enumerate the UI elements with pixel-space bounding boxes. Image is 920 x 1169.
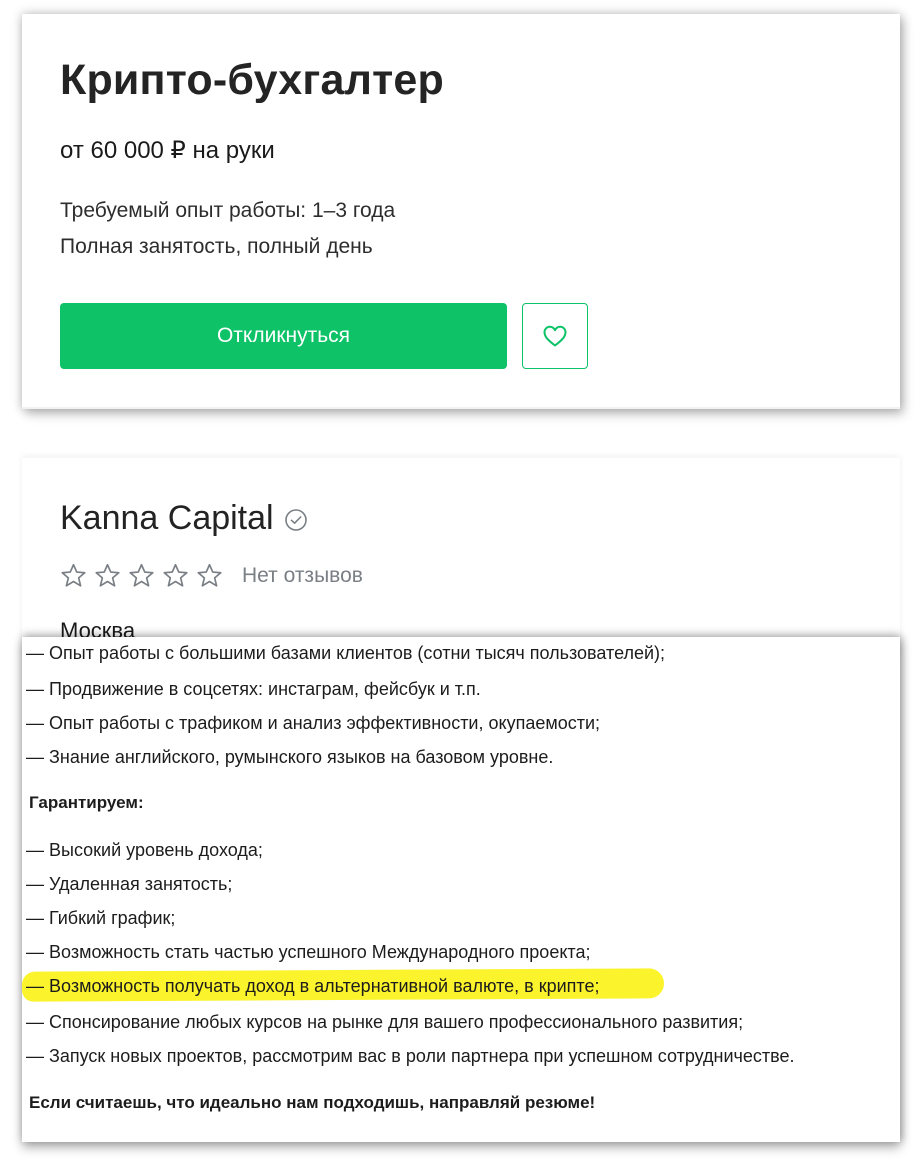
star-icon	[162, 563, 189, 589]
vacancy-description: — Опыт работы с большими базами клиентов…	[22, 637, 900, 1142]
list-item: — Знание английского, румынского языков …	[26, 747, 554, 767]
favorite-button[interactable]	[522, 303, 588, 369]
list-item: — Спонсирование любых курсов на рынке дл…	[26, 1012, 744, 1032]
required-experience: Требуемый опыт работы: 1–3 года	[60, 199, 396, 222]
star-icon	[128, 563, 155, 589]
list-item: — Продвижение в соцсетях: инстаграм, фей…	[26, 679, 481, 699]
job-title: Крипто-бухгалтер	[60, 56, 444, 104]
heart-icon	[542, 324, 568, 348]
star-icon	[94, 563, 121, 589]
company-name-row: Kanna Capital	[60, 499, 308, 538]
employment-type: Полная занятость, полный день	[60, 235, 373, 258]
salary: от 60 000 ₽ на руки	[60, 137, 275, 164]
star-icon	[196, 563, 223, 589]
list-item: — Возможность стать частью успешного Меж…	[26, 942, 591, 962]
vacancy-header-card: Крипто-бухгалтер от 60 000 ₽ на руки Тре…	[22, 14, 900, 409]
list-item: — Запуск новых проектов, рассмотрим вас …	[26, 1046, 795, 1066]
list-item: — Высокий уровень дохода;	[26, 840, 263, 860]
list-item: — Опыт работы с большими базами клиентов…	[26, 643, 666, 663]
closing-call-to-action: Если считаешь, что идеально нам подходиш…	[29, 1093, 596, 1112]
list-item: — Гибкий график;	[26, 908, 176, 928]
reviews-link[interactable]: Нет отзывов	[242, 564, 363, 588]
apply-button[interactable]: Откликнуться	[60, 303, 507, 369]
star-icon	[60, 563, 87, 589]
guarantee-heading: Гарантируем:	[29, 793, 144, 812]
company-name[interactable]: Kanna Capital	[60, 499, 274, 538]
company-rating[interactable]: Нет отзывов	[60, 563, 363, 589]
company-card: Kanna Capital Нет отзывов Москва	[22, 458, 900, 658]
list-item: — Опыт работы с трафиком и анализ эффект…	[26, 713, 601, 733]
check-circle-icon	[284, 508, 308, 532]
list-item: — Удаленная занятость;	[26, 874, 233, 894]
highlighted-list-item: — Возможность получать доход в альтернат…	[26, 976, 600, 996]
